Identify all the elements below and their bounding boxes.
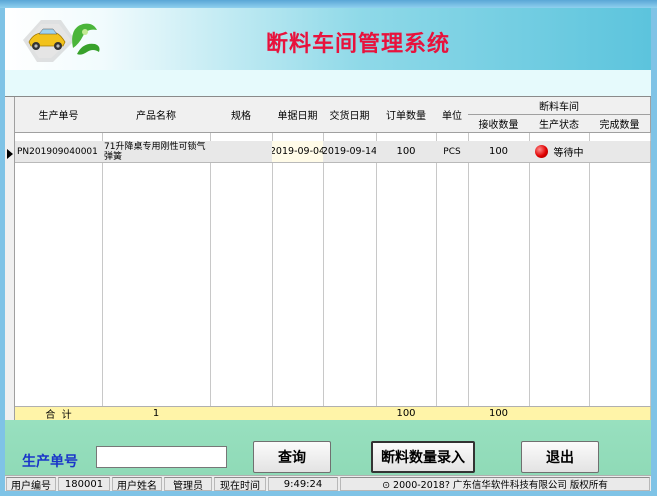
window-frame: 断料车间管理系统 生产单号 产品名称 规格 单据日期 交货日期 订单数量 单位 xyxy=(0,0,657,496)
status-time-label: 现在时间 xyxy=(214,477,266,491)
column-header-order-no[interactable]: 生产单号 xyxy=(15,97,103,133)
column-header-spec[interactable]: 规格 xyxy=(210,97,273,133)
status-text: 等待中 xyxy=(553,148,584,159)
window-titlebar xyxy=(0,0,657,8)
totals-status xyxy=(529,406,590,421)
cell-delivery-date[interactable]: 2019-09-14 xyxy=(323,141,377,163)
data-grid[interactable]: 生产单号 产品名称 规格 单据日期 交货日期 订单数量 单位 断料车间 接收数量… xyxy=(5,96,651,421)
cell-order-no[interactable]: PN201909040001 xyxy=(15,141,103,163)
cell-prod-status[interactable]: 等待中 xyxy=(529,141,590,163)
cell-unit[interactable]: PCS xyxy=(436,141,469,163)
totals-delivery-date xyxy=(323,406,377,421)
cell-product-name[interactable]: 71升降桌专用刚性可锁气弹簧 xyxy=(102,141,211,163)
column-group-header-workshop: 断料车间 xyxy=(468,97,651,115)
column-header-received-qty[interactable]: 接收数量 xyxy=(468,115,530,133)
cell-order-qty[interactable]: 100 xyxy=(376,141,437,163)
cell-spec[interactable] xyxy=(210,141,273,163)
column-header-doc-date[interactable]: 单据日期 xyxy=(272,97,324,133)
totals-done-qty xyxy=(589,406,651,421)
column-header-done-qty[interactable]: 完成数量 xyxy=(589,115,651,133)
column-header-unit[interactable]: 单位 xyxy=(436,97,469,133)
query-button[interactable]: 查询 xyxy=(253,441,331,473)
column-header-product-name[interactable]: 产品名称 xyxy=(102,97,211,133)
column-header-order-qty[interactable]: 订单数量 xyxy=(376,97,437,133)
status-red-dot-icon xyxy=(534,145,548,158)
cell-done-qty[interactable] xyxy=(589,141,651,163)
totals-received-qty: 100 xyxy=(468,406,530,421)
exit-button[interactable]: 退出 xyxy=(521,441,599,473)
row-indicator-column xyxy=(5,97,15,421)
status-user-no: 180001 xyxy=(58,477,110,491)
status-user-name: 管理员 xyxy=(164,477,212,491)
totals-count: 1 xyxy=(102,406,211,421)
status-user-name-label: 用户姓名 xyxy=(112,477,162,491)
column-header-delivery-date[interactable]: 交货日期 xyxy=(323,97,377,133)
current-row-indicator-icon xyxy=(7,149,13,159)
totals-order-qty: 100 xyxy=(376,406,437,421)
order-no-label: 生产单号 xyxy=(22,454,78,470)
column-header-prod-status[interactable]: 生产状态 xyxy=(529,115,590,133)
totals-unit xyxy=(436,406,469,421)
status-user-no-label: 用户编号 xyxy=(6,477,56,491)
cell-received-qty[interactable]: 100 xyxy=(468,141,530,163)
header-banner: 断料车间管理系统 xyxy=(5,8,651,70)
totals-spec xyxy=(210,406,273,421)
banner-strip xyxy=(5,70,651,96)
entry-qty-button[interactable]: 断料数量录入 xyxy=(371,441,475,473)
app-title: 断料车间管理系统 xyxy=(265,32,450,57)
status-bar: 用户编号 180001 用户姓名 管理员 现在时间 9:49:24 ⊙ 2000… xyxy=(5,475,651,491)
cell-doc-date[interactable]: 2019-09-04 xyxy=(272,141,324,163)
window-client: 断料车间管理系统 生产单号 产品名称 规格 单据日期 交货日期 订单数量 单位 xyxy=(5,8,651,491)
totals-label: 合 计 xyxy=(15,406,103,421)
order-no-input[interactable] xyxy=(96,446,227,468)
totals-doc-date xyxy=(272,406,324,421)
status-copyright: ⊙ 2000-2018? 广东信华软件科技有限公司 版权所有 xyxy=(340,477,650,491)
status-time: 9:49:24 xyxy=(268,477,338,491)
search-panel: 生产单号 查询 断料数量录入 退出 xyxy=(5,420,651,475)
